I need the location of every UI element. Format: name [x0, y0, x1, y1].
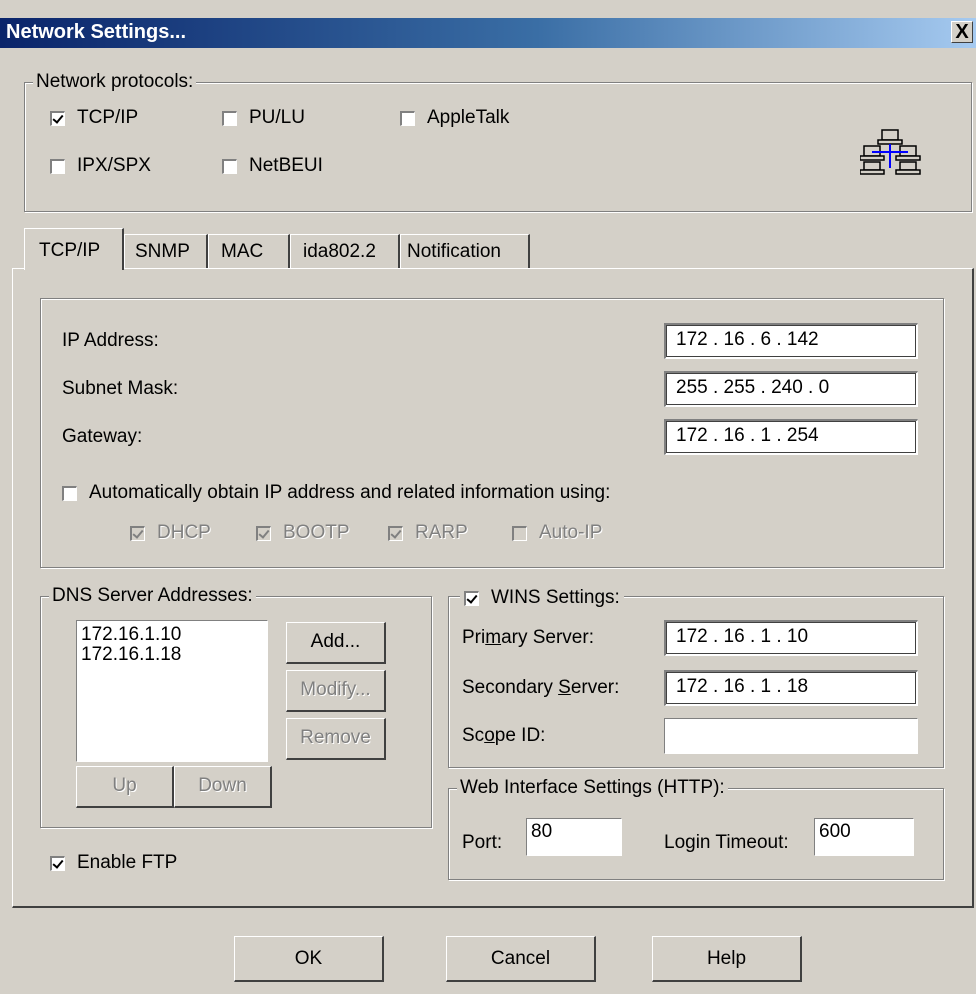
checkbox-box — [222, 110, 237, 126]
protocol-tcpip-checkbox[interactable]: TCP/IP — [50, 107, 138, 129]
title-bar: Network Settings... X — [0, 18, 976, 48]
checkbox-box — [222, 158, 237, 174]
ok-button[interactable]: OK — [234, 936, 384, 982]
bootp-checkbox[interactable]: BOOTP — [256, 522, 350, 544]
login-timeout-label: Login Timeout: — [664, 832, 789, 853]
autoip-checkbox[interactable]: Auto-IP — [512, 522, 602, 544]
scope-id-field[interactable] — [664, 718, 918, 754]
checkbox-box — [62, 485, 77, 501]
wins-settings-checkbox[interactable]: WINS Settings: — [460, 587, 624, 609]
secondary-server-label: Secondary Server: — [462, 677, 620, 698]
help-button[interactable]: Help — [652, 936, 802, 982]
secondary-server-field[interactable]: 172 . 16 . 1 . 18 — [664, 670, 918, 706]
checkbox-box — [464, 590, 479, 606]
ip-address-field[interactable]: 172 . 16 . 6 . 142 — [664, 323, 918, 359]
checkbox-box — [400, 110, 415, 126]
checkbox-box — [256, 525, 271, 541]
tab-mac[interactable]: MAC — [208, 234, 290, 268]
dhcp-checkbox[interactable]: DHCP — [130, 522, 211, 544]
list-item[interactable]: 172.16.1.18 — [81, 645, 267, 665]
network-protocols-group: Network protocols: — [24, 71, 972, 212]
tab-snmp[interactable]: SNMP — [124, 234, 208, 268]
checkbox-box — [50, 158, 65, 174]
scope-id-label: Scope ID: — [462, 725, 546, 746]
login-timeout-field[interactable]: 600 — [814, 818, 914, 856]
gateway-label: Gateway: — [62, 426, 143, 447]
ip-address-label: IP Address: — [62, 330, 159, 351]
checkbox-box — [512, 525, 527, 541]
network-computers-icon — [860, 129, 921, 175]
protocol-ipxspx-checkbox[interactable]: IPX/SPX — [50, 155, 151, 177]
checkbox-box — [130, 525, 145, 541]
network-protocols-legend: Network protocols: — [33, 71, 197, 93]
subnet-mask-field[interactable]: 255 . 255 . 240 . 0 — [664, 371, 918, 407]
enable-ftp-checkbox[interactable]: Enable FTP — [50, 852, 177, 874]
dns-remove-button[interactable]: Remove — [286, 718, 386, 760]
checkbox-box — [50, 110, 65, 126]
web-interface-legend: Web Interface Settings (HTTP): — [457, 777, 728, 799]
port-field[interactable]: 80 — [526, 818, 622, 856]
primary-server-field[interactable]: 172 . 16 . 1 . 10 — [664, 620, 918, 656]
protocol-pulu-checkbox[interactable]: PU/LU — [222, 107, 305, 129]
dns-up-button[interactable]: Up — [76, 766, 174, 808]
checkbox-box — [50, 855, 65, 871]
auto-obtain-ip-checkbox[interactable]: Automatically obtain IP address and rela… — [62, 482, 610, 504]
dns-modify-button[interactable]: Modify... — [286, 670, 386, 712]
dns-down-button[interactable]: Down — [174, 766, 272, 808]
close-button[interactable]: X — [951, 21, 973, 43]
dns-server-list[interactable]: 172.16.1.10 172.16.1.18 — [76, 620, 268, 762]
tab-notification[interactable]: Notification — [400, 234, 530, 268]
window-title: Network Settings... — [6, 21, 187, 43]
primary-server-label: Primary Server: — [462, 627, 594, 648]
tab-ida8022[interactable]: ida802.2 — [290, 234, 400, 268]
cancel-button[interactable]: Cancel — [446, 936, 596, 982]
gateway-field[interactable]: 172 . 16 . 1 . 254 — [664, 419, 918, 455]
port-label: Port: — [462, 832, 503, 853]
checkbox-box — [388, 525, 403, 541]
subnet-mask-label: Subnet Mask: — [62, 378, 179, 399]
list-item[interactable]: 172.16.1.10 — [81, 625, 267, 645]
dns-add-button[interactable]: Add... — [286, 622, 386, 664]
rarp-checkbox[interactable]: RARP — [388, 522, 468, 544]
dns-legend: DNS Server Addresses: — [49, 585, 256, 607]
protocol-appletalk-checkbox[interactable]: AppleTalk — [400, 107, 509, 129]
tab-tcpip[interactable]: TCP/IP — [24, 228, 124, 270]
protocol-netbeui-checkbox[interactable]: NetBEUI — [222, 155, 323, 177]
